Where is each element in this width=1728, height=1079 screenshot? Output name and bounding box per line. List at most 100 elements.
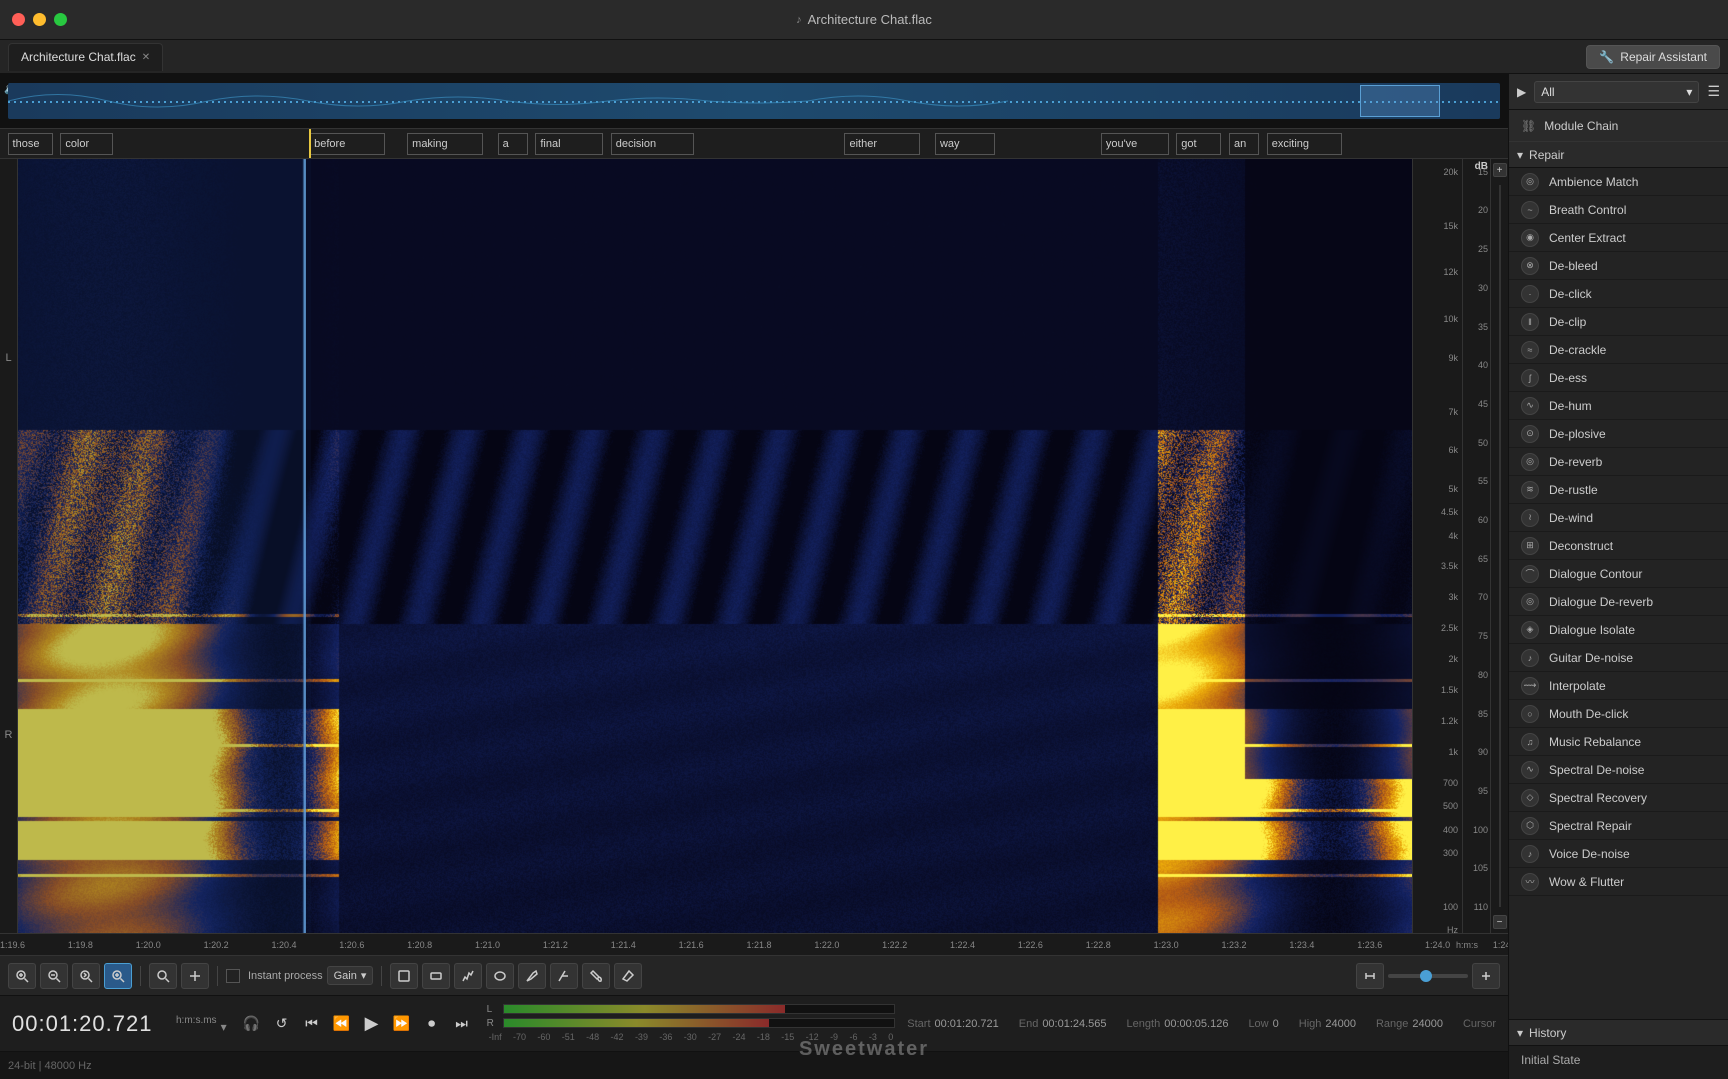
go-start-button[interactable]: ⏮ <box>299 1011 325 1037</box>
minimize-button[interactable] <box>33 13 46 26</box>
word-decision[interactable]: decision <box>611 133 694 155</box>
time-tick: 1:21.6 <box>679 940 704 950</box>
word-those[interactable]: those <box>8 133 53 155</box>
module-item-wow--flutter[interactable]: 〰Wow & Flutter <box>1509 868 1728 896</box>
history-initial-state-item[interactable]: Initial State <box>1509 1046 1728 1074</box>
word-color[interactable]: color <box>60 133 113 155</box>
tab-architecture-chat[interactable]: Architecture Chat.flac ✕ <box>8 43 163 71</box>
module-item-de-wind[interactable]: ≀De-wind <box>1509 504 1728 532</box>
module-item-interpolate[interactable]: ⟿Interpolate <box>1509 672 1728 700</box>
record-button[interactable]: ⏺ <box>419 1011 445 1037</box>
module-icon: ♪ <box>1521 845 1539 863</box>
module-icon: · <box>1521 285 1539 303</box>
time-select-button[interactable] <box>72 963 100 989</box>
word-got[interactable]: got <box>1176 133 1221 155</box>
zoom-tool-button[interactable] <box>8 963 36 989</box>
module-item-de-plosive[interactable]: ⊙De-plosive <box>1509 420 1728 448</box>
module-item-dialogue-isolate[interactable]: ◈Dialogue Isolate <box>1509 616 1728 644</box>
maximize-button[interactable] <box>54 13 67 26</box>
module-item-spectral-repair[interactable]: ⬡Spectral Repair <box>1509 812 1728 840</box>
window-title: ♪ Architecture Chat.flac <box>796 12 932 27</box>
module-item-de-click[interactable]: ·De-click <box>1509 280 1728 308</box>
range-value: 24000 <box>1412 1018 1443 1030</box>
zoom-in-button[interactable]: + <box>1493 163 1507 177</box>
eraser-button[interactable] <box>614 963 642 989</box>
module-item-music-rebalance[interactable]: ♫Music Rebalance <box>1509 728 1728 756</box>
zoom-slider[interactable] <box>1388 974 1468 978</box>
module-item-spectral-recovery[interactable]: ◇Spectral Recovery <box>1509 784 1728 812</box>
waveform-overview[interactable]: 🔊 <box>0 74 1508 129</box>
gain-dropdown[interactable]: Gain ▾ <box>327 966 374 985</box>
module-item-dialogue-contour[interactable]: ⌒Dialogue Contour <box>1509 560 1728 588</box>
module-item-de-hum[interactable]: ∿De-hum <box>1509 392 1728 420</box>
module-item-mouth-de-click[interactable]: ○Mouth De-click <box>1509 700 1728 728</box>
rect-select-button[interactable] <box>390 963 418 989</box>
brush-tool-button[interactable] <box>518 963 546 989</box>
zoom-fit-button[interactable] <box>104 963 132 989</box>
module-item-de-ess[interactable]: ʃDe-ess <box>1509 364 1728 392</box>
loop-button[interactable]: ↺ <box>269 1011 295 1037</box>
repair-section-header[interactable]: ▾ Repair <box>1509 142 1728 168</box>
time-format-selector[interactable]: h:m:s.ms <box>176 1015 217 1026</box>
zoom-out-button[interactable]: − <box>1493 915 1507 929</box>
rewind-button[interactable]: ⏪ <box>329 1011 355 1037</box>
repair-assistant-button[interactable]: 🔧 Repair Assistant <box>1586 45 1720 69</box>
module-item-voice-de-noise[interactable]: ♪Voice De-noise <box>1509 840 1728 868</box>
play-button[interactable]: ▶ <box>359 1011 385 1037</box>
word-either[interactable]: either <box>844 133 919 155</box>
module-icon: ⊙ <box>1521 425 1539 443</box>
fast-forward-button[interactable]: ⏩ <box>389 1011 415 1037</box>
word-exciting[interactable]: exciting <box>1267 133 1342 155</box>
overview-selection[interactable] <box>1360 85 1440 117</box>
fill-button[interactable] <box>582 963 610 989</box>
word-making[interactable]: making <box>407 133 482 155</box>
module-item-deconstruct[interactable]: ⊞Deconstruct <box>1509 532 1728 560</box>
headphone-button[interactable]: 🎧 <box>239 1011 265 1037</box>
module-item-ambience-match[interactable]: ◎Ambience Match <box>1509 168 1728 196</box>
word-you've[interactable]: you've <box>1101 133 1169 155</box>
module-label: De-bleed <box>1549 259 1598 273</box>
history-panel: ▾ History Initial State <box>1509 1019 1728 1079</box>
zoom-slider-thumb[interactable] <box>1420 970 1432 982</box>
module-item-spectral-de-noise[interactable]: ∿Spectral De-noise <box>1509 756 1728 784</box>
module-item-dialogue-de-reverb[interactable]: ◎Dialogue De-reverb <box>1509 588 1728 616</box>
meter-l-label: L <box>487 1004 499 1015</box>
waveform-overview-canvas[interactable] <box>8 83 1500 119</box>
zoom-out-h-button[interactable] <box>1356 963 1384 989</box>
module-item-de-crackle[interactable]: ≈De-crackle <box>1509 336 1728 364</box>
magic-wand-button[interactable] <box>550 963 578 989</box>
history-header[interactable]: ▾ History <box>1509 1020 1728 1046</box>
time-format-arrow[interactable]: ▾ <box>221 1020 227 1034</box>
lasso-button[interactable] <box>486 963 514 989</box>
spectrogram-main[interactable] <box>18 159 1412 933</box>
zoom-in-h-button[interactable] <box>1472 963 1500 989</box>
freq-range-button[interactable] <box>454 963 482 989</box>
word-an[interactable]: an <box>1229 133 1259 155</box>
word-final[interactable]: final <box>535 133 603 155</box>
module-item-de-clip[interactable]: ‖De-clip <box>1509 308 1728 336</box>
module-chain-button[interactable]: ⛓ Module Chain <box>1509 110 1728 142</box>
pan-tool-button[interactable] <box>181 963 209 989</box>
zoom-minus-button[interactable] <box>40 963 68 989</box>
module-item-center-extract[interactable]: ◉Center Extract <box>1509 224 1728 252</box>
module-dropdown[interactable]: All ▾ <box>1534 81 1699 103</box>
instant-process-checkbox[interactable] <box>226 969 240 983</box>
close-tab-icon[interactable]: ✕ <box>142 52 150 63</box>
go-end-button[interactable]: ⏭ <box>449 1011 475 1037</box>
word-way[interactable]: way <box>935 133 995 155</box>
module-item-de-rustle[interactable]: ≋De-rustle <box>1509 476 1728 504</box>
word-before[interactable]: before <box>309 133 384 155</box>
module-item-de-reverb[interactable]: ◎De-reverb <box>1509 448 1728 476</box>
close-button[interactable] <box>12 13 25 26</box>
module-item-guitar-de-noise[interactable]: ♪Guitar De-noise <box>1509 644 1728 672</box>
word-a[interactable]: a <box>498 133 528 155</box>
module-list-icon[interactable]: ☰ <box>1707 83 1720 100</box>
title-label: Architecture Chat.flac <box>808 12 932 27</box>
time-range-button[interactable] <box>422 963 450 989</box>
spectrogram-container[interactable]: L R 20k15k12k10k9k7k6k5k4.5k4k3.5k3k2.5k… <box>0 159 1508 933</box>
hand-tool-button[interactable] <box>149 963 177 989</box>
module-item-breath-control[interactable]: ~Breath Control <box>1509 196 1728 224</box>
tabs-container: Architecture Chat.flac ✕ <box>8 43 163 71</box>
module-item-de-bleed[interactable]: ⊗De-bleed <box>1509 252 1728 280</box>
spectrogram-canvas[interactable] <box>18 159 1412 933</box>
